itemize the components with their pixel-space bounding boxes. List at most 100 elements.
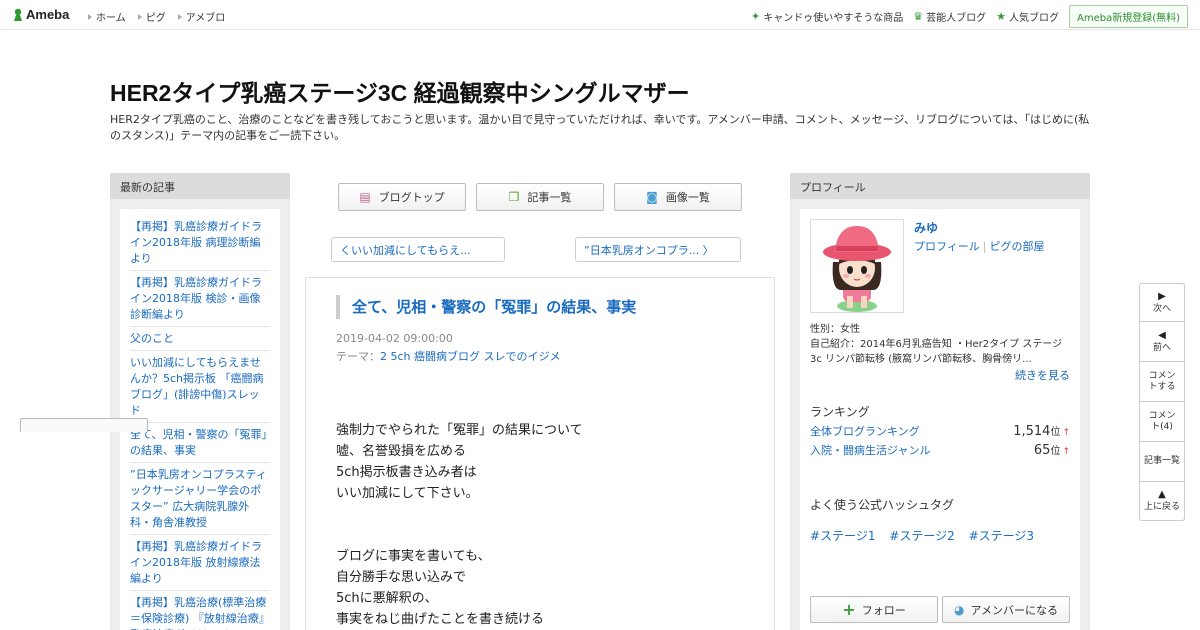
- side-back-to-top-button[interactable]: ▲ 上に戻る: [1140, 482, 1184, 520]
- triangle-left-icon: ◀: [1158, 329, 1166, 341]
- profile-link[interactable]: プロフィール: [914, 240, 980, 253]
- recent-articles-panel: 最新の記事 【再掲】乳癌診療ガイドライン2018年版 病理診断編より 【再掲】乳…: [110, 173, 290, 630]
- recent-article-link[interactable]: ”日本乳房オンコプラスティックサージャリー学会のポスター” 広大病院乳腺外科・角…: [130, 463, 270, 535]
- top-nav-label: アメブロ: [185, 13, 226, 24]
- ranking-value: 1,514位 ↑: [1013, 423, 1070, 439]
- camera-icon: ◙: [646, 190, 658, 204]
- side-label: 次へ: [1152, 303, 1171, 314]
- side-comments-count-button[interactable]: コメント(4): [1140, 402, 1184, 442]
- hashtag-link[interactable]: #ステージ3: [969, 529, 1034, 543]
- top-link-popular[interactable]: ★ 人気ブログ: [996, 9, 1059, 24]
- profile-gender: 性別：女性: [810, 324, 860, 335]
- side-label: 前へ: [1152, 342, 1171, 353]
- side-prev-button[interactable]: ◀ 前へ: [1140, 322, 1184, 362]
- top-link-label: キャンドゥ使いやすそうな商品: [763, 13, 904, 24]
- button-label: 記事一覧: [527, 191, 572, 204]
- side-article-list-button[interactable]: 記事一覧: [1140, 442, 1184, 482]
- article-line: ブログに事実を書いても、: [336, 549, 491, 564]
- top-nav: ホーム ピグ アメブロ: [88, 9, 237, 24]
- top-nav-pigg[interactable]: ピグ: [137, 9, 166, 24]
- amember-button[interactable]: ◕ アメンバーになる: [942, 596, 1070, 623]
- ranking-value: 65位 ↑: [1034, 442, 1070, 458]
- top-link-celebrity[interactable]: ♛ 芸能人ブログ: [913, 9, 986, 24]
- side-label: 記事一覧: [1143, 456, 1180, 466]
- top-nav-label: ホーム: [96, 13, 126, 24]
- sparkle-icon: ✦: [751, 10, 761, 23]
- hashtag-heading: よく使う公式ハッシュタグ: [810, 498, 955, 512]
- side-label: コメント(4): [1148, 410, 1176, 432]
- recent-article-link[interactable]: 【再掲】乳癌診療ガイドライン2018年版 病理診断編より: [130, 215, 270, 271]
- ranking-row: 全体ブログランキング 1,514位 ↑: [810, 423, 1070, 439]
- floating-side-nav: ▶ 次へ ◀ 前へ コメントする コメント(4) 記事一覧 ▲ 上に戻る: [1139, 283, 1185, 521]
- separator: |: [982, 240, 987, 253]
- follow-button[interactable]: + フォロー: [810, 596, 938, 623]
- blog-description: HER2タイプ乳癌のこと、治療のことなどを書き残しておこうと思います。温かい目で…: [110, 113, 1090, 142]
- read-more-link[interactable]: 続きを見る: [1015, 367, 1070, 383]
- profile-links: プロフィール | ピグの部屋: [914, 238, 1045, 254]
- side-comment-button[interactable]: コメントする: [1140, 362, 1184, 402]
- recent-article-link[interactable]: 【再掲】乳癌診療ガイドライン2018年版 検診・画像診断編より: [130, 271, 270, 327]
- article: 全て、児相・警察の「冤罪」の結果、事実 2019-04-02 09:00:00 …: [305, 277, 775, 630]
- side-label: コメントする: [1148, 370, 1176, 392]
- image-list-button[interactable]: ◙ 画像一覧: [614, 183, 742, 211]
- avatar[interactable]: [810, 219, 904, 313]
- triangle-right-icon: [177, 13, 182, 20]
- article-list-button[interactable]: ❐ 記事一覧: [476, 183, 604, 211]
- side-label: 上に戻る: [1143, 502, 1180, 512]
- recent-article-link[interactable]: 全て、児相・警察の「冤罪」の結果、事実: [130, 423, 270, 463]
- article-line: 強制力でやられた「冤罪」の結果について: [336, 423, 583, 438]
- rank-number: 65: [1033, 443, 1051, 458]
- article-line: 自分勝手な思い込みで: [336, 570, 467, 585]
- profile-intro: 自己紹介：2014年6月乳癌告知 ・Her2タイプ ステージ3c リンパ節転移 …: [810, 339, 1063, 365]
- article-line: 5chに悪解釈の、: [336, 591, 438, 606]
- triangle-right-icon: ▶: [1158, 290, 1166, 302]
- top-nav-home[interactable]: ホーム: [88, 9, 126, 24]
- article-theme: テーマ：2 5ch 癌闘病ブログ スレでのイジメ: [336, 348, 561, 364]
- top-link-candoo[interactable]: ✦ キャンドゥ使いやすそうな商品: [751, 9, 903, 24]
- blog-top-button[interactable]: ▤ ブログトップ: [338, 183, 466, 211]
- theme-link[interactable]: 2 5ch 癌闘病ブログ スレでのイジメ: [380, 350, 561, 363]
- ranking-link[interactable]: 入院・闘病生活ジャンル: [810, 442, 930, 458]
- ranking-heading: ランキング: [810, 405, 870, 419]
- next-article-link[interactable]: ”日本乳房オンコプラ... 〉: [575, 237, 741, 262]
- ranking-link[interactable]: 全体ブログランキング: [810, 423, 920, 439]
- article-line: いい加減にして下さい。: [336, 486, 479, 501]
- recent-article-link[interactable]: 父のこと: [130, 327, 270, 351]
- recent-article-link[interactable]: 【再掲】乳癌治療(標準治療＝保険診療) 『放射線治療』乳癌診療ガイドライン: [130, 591, 270, 630]
- recent-article-link[interactable]: 【再掲】乳癌診療ガイドライン2018年版 放射線療法編より: [130, 535, 270, 591]
- top-bar: Ameba ホーム ピグ アメブロ ✦ キャンドゥ使いやすそうな商品 ♛ 芸能人ブロ…: [0, 0, 1200, 30]
- article-title[interactable]: 全て、児相・警察の「冤罪」の結果、事実: [336, 295, 736, 319]
- blog-title[interactable]: HER2タイプ乳癌ステージ3C 経過観察中シングルマザー: [110, 74, 690, 108]
- profile-name[interactable]: みゆ: [914, 219, 938, 236]
- top-link-label: 人気ブログ: [1008, 13, 1059, 24]
- logo-text: Ameba: [26, 7, 70, 22]
- side-next-button[interactable]: ▶ 次へ: [1140, 284, 1184, 322]
- triangle-right-icon: [88, 13, 92, 20]
- button-label: 画像一覧: [665, 191, 710, 204]
- article-body: 強制力でやられた「冤罪」の結果について 嘘、名誉毀損を広める 5ch掲示板書き込…: [336, 420, 756, 630]
- amember-icon: ◕: [954, 602, 965, 617]
- top-nav-label: ピグ: [145, 13, 166, 24]
- article-line: 事実をねじ曲げたことを書き続ける: [336, 612, 545, 627]
- top-nav-ameblo[interactable]: アメブロ: [177, 9, 226, 24]
- message-button[interactable]: [20, 418, 148, 432]
- hashtag-link[interactable]: #ステージ1: [810, 529, 875, 543]
- button-label: フォロー: [861, 603, 906, 617]
- article-line: 嘘、名誉毀損を広める: [336, 444, 467, 459]
- button-label: ブログトップ: [378, 191, 445, 204]
- button-label: アメンバーになる: [970, 603, 1058, 617]
- prev-article-link[interactable]: くいい加減にしてもらえ...: [331, 237, 505, 262]
- recent-articles-heading: 最新の記事: [110, 173, 290, 199]
- top-link-label: 芸能人ブログ: [926, 13, 987, 24]
- rank-unit: 位: [1050, 427, 1061, 438]
- profile-info: 性別：女性 自己紹介：2014年6月乳癌告知 ・Her2タイプ ステージ3c リ…: [810, 322, 1072, 367]
- theme-label: テーマ：: [336, 350, 380, 363]
- rank-number: 1,514: [1013, 424, 1051, 439]
- pigg-room-link[interactable]: ピグの部屋: [990, 240, 1045, 253]
- rank-unit: 位: [1050, 446, 1061, 457]
- ameba-logo[interactable]: Ameba: [12, 7, 69, 22]
- recent-article-link[interactable]: いい加減にしてもらえませんか？5ch掲示板 「癌闘病ブログ」(誹謗中傷)スレッド: [130, 351, 270, 423]
- hashtag-link[interactable]: #ステージ2: [889, 529, 954, 543]
- register-button[interactable]: Ameba新規登録(無料): [1068, 5, 1188, 28]
- ranking-row: 入院・闘病生活ジャンル 65位 ↑: [810, 442, 1070, 458]
